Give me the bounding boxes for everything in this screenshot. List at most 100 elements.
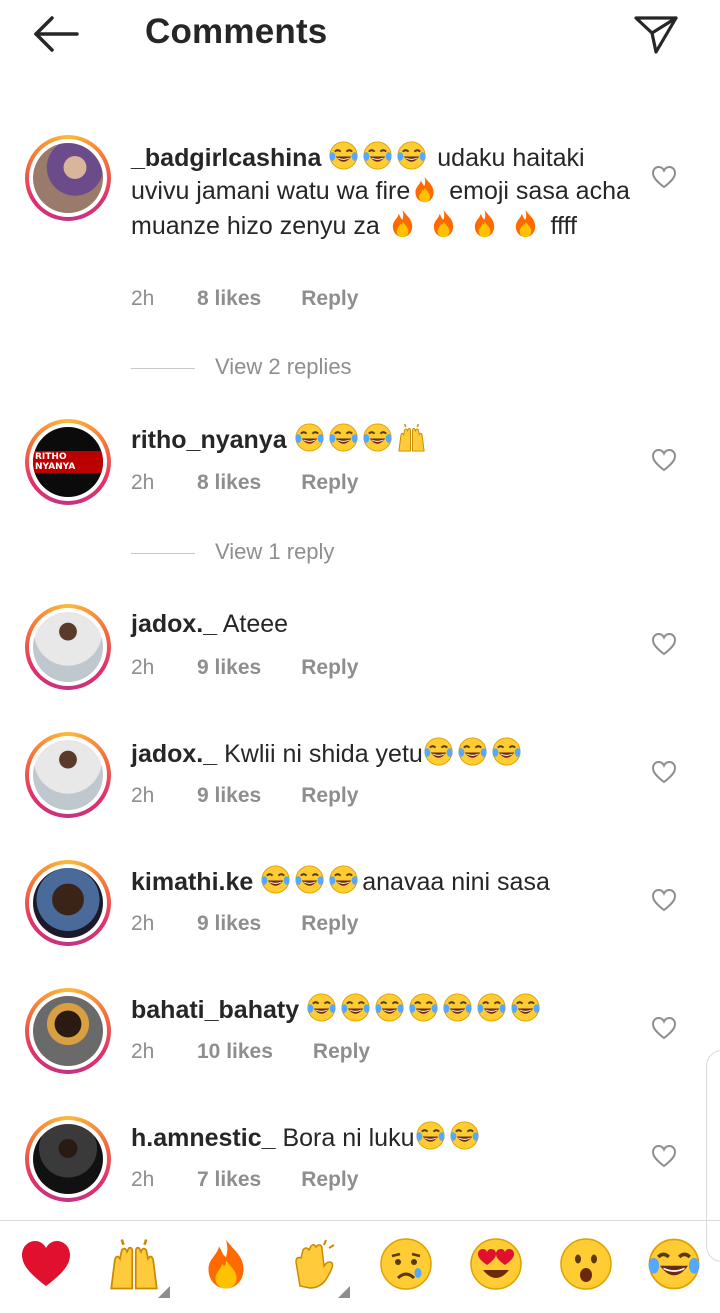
like-count[interactable]: 9 likes [197,912,261,936]
comment-username[interactable]: h.amnestic_ [131,1124,276,1152]
comment-meta: 2h 8 likes Reply [131,287,358,311]
tears-of-joy-icon [396,140,427,171]
fire-icon [510,208,541,239]
like-heart-icon[interactable] [651,165,677,189]
fire-icon[interactable] [198,1236,254,1292]
reply-button[interactable]: Reply [301,471,358,495]
tears-of-joy-icon [374,992,405,1023]
tears-of-joy-icon[interactable] [646,1236,702,1292]
tears-of-joy-icon [442,992,473,1023]
reply-button[interactable]: Reply [301,912,358,936]
comment-username[interactable]: bahati_bahaty [131,996,299,1024]
comment-meta: 2h 7 likes Reply [131,1168,358,1192]
comment-meta: 2h 9 likes Reply [131,912,358,936]
divider-line [131,367,195,369]
fire-icon [387,208,418,239]
comment-time: 2h [131,1040,155,1063]
comment-text: _badgirlcashina udaku haitaki uvivu jama… [131,140,631,243]
comment-time: 2h [131,784,155,807]
comment-meta: 2h 8 likes Reply [131,471,358,495]
view-replies-button[interactable]: View 2 replies [131,354,352,380]
avatar[interactable] [25,604,111,690]
fire-icon [410,175,439,204]
comment-username[interactable]: jadox._ [131,740,217,768]
tears-of-joy-icon [294,422,325,453]
comment-body: Ateee [222,610,289,638]
tears-of-joy-icon [260,864,291,895]
like-heart-icon[interactable] [651,448,677,472]
tears-of-joy-icon [491,736,522,767]
comment-username[interactable]: kimathi.ke [131,868,253,896]
like-heart-icon[interactable] [651,1016,677,1040]
surprised-face-icon[interactable] [558,1236,614,1292]
comment-meta: 2h 9 likes Reply [131,784,358,808]
comment-text: jadox._ Ateee [131,608,631,641]
back-arrow-icon[interactable] [30,12,82,56]
tears-of-joy-icon [362,140,393,171]
comment-text: bahati_bahaty [131,992,631,1027]
like-heart-icon[interactable] [651,888,677,912]
tears-of-joy-icon [340,992,371,1023]
like-heart-icon[interactable] [651,760,677,784]
avatar[interactable] [25,1116,111,1202]
comment-username[interactable]: _badgirlcashina [131,144,321,172]
comment-text: ritho_nyanya [131,422,631,457]
tears-of-joy-icon [449,1120,480,1151]
reply-button[interactable]: Reply [301,1168,358,1192]
view-replies-button[interactable]: View 1 reply [131,539,334,565]
like-count[interactable]: 7 likes [197,1168,261,1192]
avatar[interactable] [25,732,111,818]
scroll-handle[interactable] [706,1050,720,1262]
like-count[interactable]: 8 likes [197,287,261,311]
heart-eyes-icon[interactable] [468,1236,524,1292]
like-count[interactable]: 10 likes [197,1040,273,1064]
like-count[interactable]: 9 likes [197,656,261,680]
avatar[interactable] [25,988,111,1074]
fire-icon [469,208,500,239]
divider-line [131,552,195,554]
like-heart-icon[interactable] [651,632,677,656]
clapping-hands-icon[interactable] [288,1236,344,1292]
comment-text: jadox._ Kwlii ni shida yetu [131,736,631,771]
comment-time: 2h [131,287,155,310]
comment-meta: 2h 10 likes Reply [131,1040,370,1064]
corner-triangle-icon [158,1286,170,1298]
tears-of-joy-icon [476,992,507,1023]
fire-icon [428,208,459,239]
send-icon[interactable] [630,10,682,58]
avatar[interactable] [25,135,111,221]
tears-of-joy-icon [362,422,393,453]
reply-button[interactable]: Reply [301,784,358,808]
tears-of-joy-icon [328,864,359,895]
comment-body: anavaa nini sasa [362,868,550,896]
like-heart-icon[interactable] [651,1144,677,1168]
comment-time: 2h [131,656,155,679]
emoji-quick-bar [0,1236,720,1306]
tears-of-joy-icon [328,140,359,171]
comment-username[interactable]: jadox._ [131,610,217,638]
comment-body: ffff [543,212,577,240]
red-heart-icon[interactable] [18,1236,74,1292]
avatar[interactable] [25,860,111,946]
crying-face-icon[interactable] [378,1236,434,1292]
comment-body: Kwlii ni shida yetu [224,740,423,768]
avatar-logo-text: RITHO NYANYA [33,451,103,473]
comment-text: kimathi.ke anavaa nini sasa [131,864,631,899]
avatar[interactable]: RITHO NYANYA [25,419,111,505]
tears-of-joy-icon [408,992,439,1023]
reply-button[interactable]: Reply [313,1040,370,1064]
comment-body: Bora ni luku [282,1124,415,1152]
raising-hands-icon[interactable] [106,1236,162,1292]
like-count[interactable]: 9 likes [197,784,261,808]
tears-of-joy-icon [457,736,488,767]
reply-button[interactable]: Reply [301,287,358,311]
tears-of-joy-icon [415,1120,446,1151]
comment-username[interactable]: ritho_nyanya [131,426,287,454]
comment-time: 2h [131,912,155,935]
raising-hands-icon [396,422,427,453]
reply-button[interactable]: Reply [301,656,358,680]
tears-of-joy-icon [423,736,454,767]
tears-of-joy-icon [510,992,541,1023]
page-title: Comments [145,12,328,51]
like-count[interactable]: 8 likes [197,471,261,495]
